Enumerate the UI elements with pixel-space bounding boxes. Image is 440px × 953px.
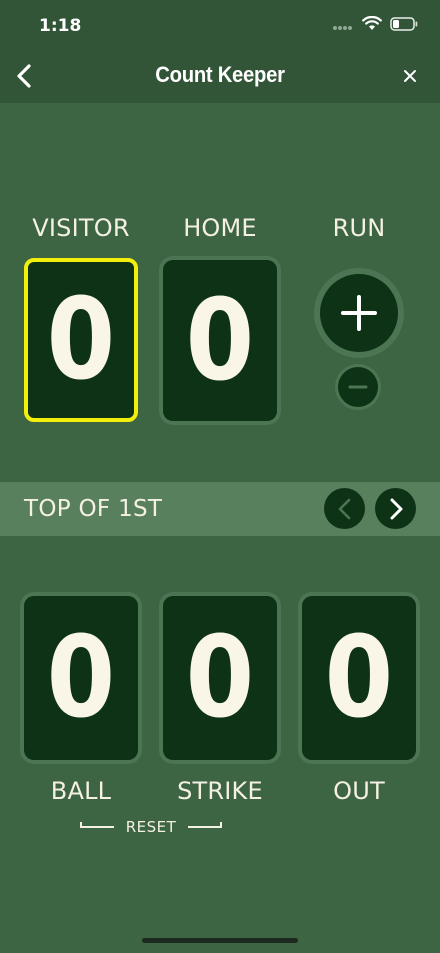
previous-inning-button[interactable] (324, 488, 365, 529)
home-score: 0 (185, 275, 255, 406)
chevron-right-icon (390, 498, 402, 519)
strike-label: STRIKE (177, 777, 263, 805)
minus-icon (348, 385, 368, 389)
home-indicator[interactable] (142, 938, 298, 943)
run-label: RUN (332, 214, 386, 242)
out-count-box[interactable]: 0 (302, 596, 416, 760)
strike-count-box[interactable]: 0 (163, 596, 277, 760)
plus-icon (341, 295, 377, 331)
reset-button[interactable]: RESET (80, 816, 222, 840)
status-bar: 1:18 (0, 0, 440, 48)
page-title: Count Keeper (155, 62, 285, 87)
battery-icon (390, 16, 418, 35)
home-label: HOME (183, 214, 257, 242)
inning-bar: TOP OF 1ST (0, 482, 440, 536)
close-icon (404, 70, 416, 82)
strike-count: 0 (185, 613, 255, 743)
home-score-box[interactable]: 0 (163, 260, 277, 421)
run-decrement-button[interactable] (338, 367, 378, 407)
out-count: 0 (324, 613, 394, 743)
wifi-icon (362, 15, 382, 35)
navigation-bar: Count Keeper (0, 48, 440, 103)
status-time: 1:18 (39, 16, 82, 36)
run-increment-button[interactable] (320, 274, 398, 352)
signal-dots-icon (332, 16, 354, 35)
ball-count: 0 (46, 613, 116, 743)
visitor-label: VISITOR (32, 214, 130, 242)
chevron-left-icon (338, 498, 350, 519)
count-keeper-screen: 1:18 Count Keeper VISITOR HOME RUN 0 0 T… (0, 0, 440, 953)
reset-bracket-right (188, 822, 222, 828)
visitor-score-box[interactable]: 0 (24, 258, 138, 422)
visitor-score: 0 (46, 275, 116, 405)
status-icons (332, 15, 418, 35)
close-button[interactable] (398, 64, 422, 88)
next-inning-button[interactable] (375, 488, 416, 529)
inning-status: TOP OF 1ST (24, 496, 163, 522)
ball-label: BALL (50, 777, 112, 805)
out-label: OUT (333, 777, 385, 805)
ball-count-box[interactable]: 0 (24, 596, 138, 760)
